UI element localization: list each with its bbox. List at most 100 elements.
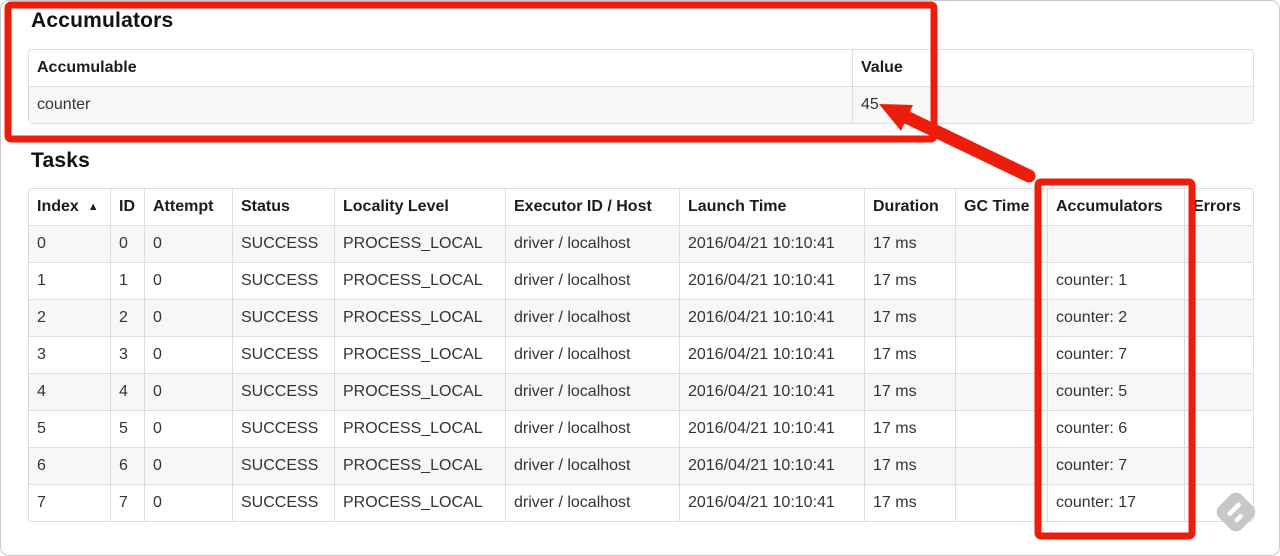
cell-index: 5 bbox=[29, 410, 110, 447]
cell-accumulators: counter: 6 bbox=[1047, 410, 1184, 447]
cell-accumulators: counter: 1 bbox=[1047, 262, 1184, 299]
column-header-launch-time[interactable]: Launch Time bbox=[679, 189, 864, 225]
cell-accumulators: counter: 5 bbox=[1047, 373, 1184, 410]
column-header-label: Accumulable bbox=[37, 59, 137, 76]
cell-accumulators: counter: 2 bbox=[1047, 299, 1184, 336]
cell-accumulators: counter: 7 bbox=[1047, 447, 1184, 484]
table-row: 2 2 0 SUCCESS PROCESS_LOCAL driver / localhos… bbox=[29, 299, 1253, 336]
column-header-errors[interactable]: Errors bbox=[1184, 189, 1253, 225]
cell-accumulators: counter: 7 bbox=[1047, 336, 1184, 373]
cell-value: 45 bbox=[852, 86, 1253, 123]
accumulators-header-row: Accumulable Value bbox=[29, 50, 1253, 86]
cell-index: 4 bbox=[29, 373, 110, 410]
cell-gc-time bbox=[955, 225, 1047, 262]
column-header-label: ID bbox=[119, 198, 135, 215]
cell-id: 7 bbox=[110, 484, 144, 521]
cell-locality-level: PROCESS_LOCAL bbox=[334, 299, 505, 336]
cell-gc-time bbox=[955, 336, 1047, 373]
cell-locality-level: PROCESS_LOCAL bbox=[334, 484, 505, 521]
table-row: counter 45 bbox=[29, 86, 1253, 123]
cell-id: 0 bbox=[110, 225, 144, 262]
cell-gc-time bbox=[955, 262, 1047, 299]
cell-errors bbox=[1184, 262, 1253, 299]
column-header-label: Index bbox=[37, 198, 79, 215]
cell-launch-time: 2016/04/21 10:10:41 bbox=[679, 299, 864, 336]
column-header-label: Launch Time bbox=[688, 198, 787, 215]
cell-status: SUCCESS bbox=[232, 225, 334, 262]
cell-executor-id-host: driver / localhost bbox=[505, 336, 679, 373]
column-header-gc-time[interactable]: GC Time bbox=[955, 189, 1047, 225]
accumulators-table: Accumulable Value counter 45 bbox=[28, 49, 1254, 124]
cell-locality-level: PROCESS_LOCAL bbox=[334, 225, 505, 262]
cell-attempt: 0 bbox=[144, 410, 232, 447]
cell-id: 2 bbox=[110, 299, 144, 336]
table-row: 7 7 0 SUCCESS PROCESS_LOCAL driver / localhos… bbox=[29, 484, 1253, 521]
cell-gc-time bbox=[955, 484, 1047, 521]
column-header-attempt[interactable]: Attempt bbox=[144, 189, 232, 225]
column-header-locality-level[interactable]: Locality Level bbox=[334, 189, 505, 225]
cell-status: SUCCESS bbox=[232, 299, 334, 336]
cell-duration: 17 ms bbox=[864, 299, 955, 336]
column-header-label: Accumulators bbox=[1056, 198, 1163, 215]
cell-attempt: 0 bbox=[144, 262, 232, 299]
cell-gc-time bbox=[955, 373, 1047, 410]
column-header-duration[interactable]: Duration bbox=[864, 189, 955, 225]
cell-attempt: 0 bbox=[144, 373, 232, 410]
column-header-status[interactable]: Status bbox=[232, 189, 334, 225]
cell-index: 2 bbox=[29, 299, 110, 336]
cell-launch-time: 2016/04/21 10:10:41 bbox=[679, 447, 864, 484]
cell-attempt: 0 bbox=[144, 484, 232, 521]
cell-locality-level: PROCESS_LOCAL bbox=[334, 336, 505, 373]
cell-errors bbox=[1184, 299, 1253, 336]
column-header-id[interactable]: ID bbox=[110, 189, 144, 225]
cell-locality-level: PROCESS_LOCAL bbox=[334, 262, 505, 299]
cell-duration: 17 ms bbox=[864, 336, 955, 373]
cell-locality-level: PROCESS_LOCAL bbox=[334, 410, 505, 447]
cell-id: 3 bbox=[110, 336, 144, 373]
cell-status: SUCCESS bbox=[232, 336, 334, 373]
cell-errors bbox=[1184, 225, 1253, 262]
cell-accumulators: counter: 17 bbox=[1047, 484, 1184, 521]
column-header-index[interactable]: Index ▲ bbox=[29, 189, 110, 225]
sort-ascending-icon: ▲ bbox=[87, 201, 99, 213]
cell-index: 7 bbox=[29, 484, 110, 521]
cell-executor-id-host: driver / localhost bbox=[505, 262, 679, 299]
cell-launch-time: 2016/04/21 10:10:41 bbox=[679, 410, 864, 447]
cell-status: SUCCESS bbox=[232, 484, 334, 521]
cell-id: 6 bbox=[110, 447, 144, 484]
cell-duration: 17 ms bbox=[864, 225, 955, 262]
cell-status: SUCCESS bbox=[232, 410, 334, 447]
cell-launch-time: 2016/04/21 10:10:41 bbox=[679, 225, 864, 262]
column-header-value: Value bbox=[852, 50, 1253, 86]
column-header-label: Attempt bbox=[153, 198, 214, 215]
cell-index: 0 bbox=[29, 225, 110, 262]
column-header-label: Errors bbox=[1193, 198, 1242, 215]
cell-index: 6 bbox=[29, 447, 110, 484]
cell-executor-id-host: driver / localhost bbox=[505, 373, 679, 410]
cell-attempt: 0 bbox=[144, 336, 232, 373]
cell-locality-level: PROCESS_LOCAL bbox=[334, 373, 505, 410]
cell-launch-time: 2016/04/21 10:10:41 bbox=[679, 373, 864, 410]
cell-attempt: 0 bbox=[144, 299, 232, 336]
cell-accumulators bbox=[1047, 225, 1184, 262]
cell-errors bbox=[1184, 447, 1253, 484]
table-row: 6 6 0 SUCCESS PROCESS_LOCAL driver / localhos… bbox=[29, 447, 1253, 484]
cell-duration: 17 ms bbox=[864, 484, 955, 521]
tasks-header-row: Index ▲ ID Attempt Status Locality Level Execu… bbox=[29, 189, 1253, 225]
cell-index: 1 bbox=[29, 262, 110, 299]
cell-gc-time bbox=[955, 410, 1047, 447]
cell-errors bbox=[1184, 484, 1253, 521]
column-header-label: Locality Level bbox=[343, 198, 449, 215]
cell-id: 4 bbox=[110, 373, 144, 410]
cell-errors bbox=[1184, 373, 1253, 410]
column-header-accumulators[interactable]: Accumulators bbox=[1047, 189, 1184, 225]
cell-duration: 17 ms bbox=[864, 262, 955, 299]
column-header-executor-id-host[interactable]: Executor ID / Host bbox=[505, 189, 679, 225]
cell-executor-id-host: driver / localhost bbox=[505, 299, 679, 336]
cell-id: 1 bbox=[110, 262, 144, 299]
cell-attempt: 0 bbox=[144, 225, 232, 262]
tasks-section-heading: Tasks bbox=[31, 149, 90, 172]
table-row: 3 3 0 SUCCESS PROCESS_LOCAL driver / localhos… bbox=[29, 336, 1253, 373]
column-header-label: Duration bbox=[873, 198, 939, 215]
cell-launch-time: 2016/04/21 10:10:41 bbox=[679, 484, 864, 521]
